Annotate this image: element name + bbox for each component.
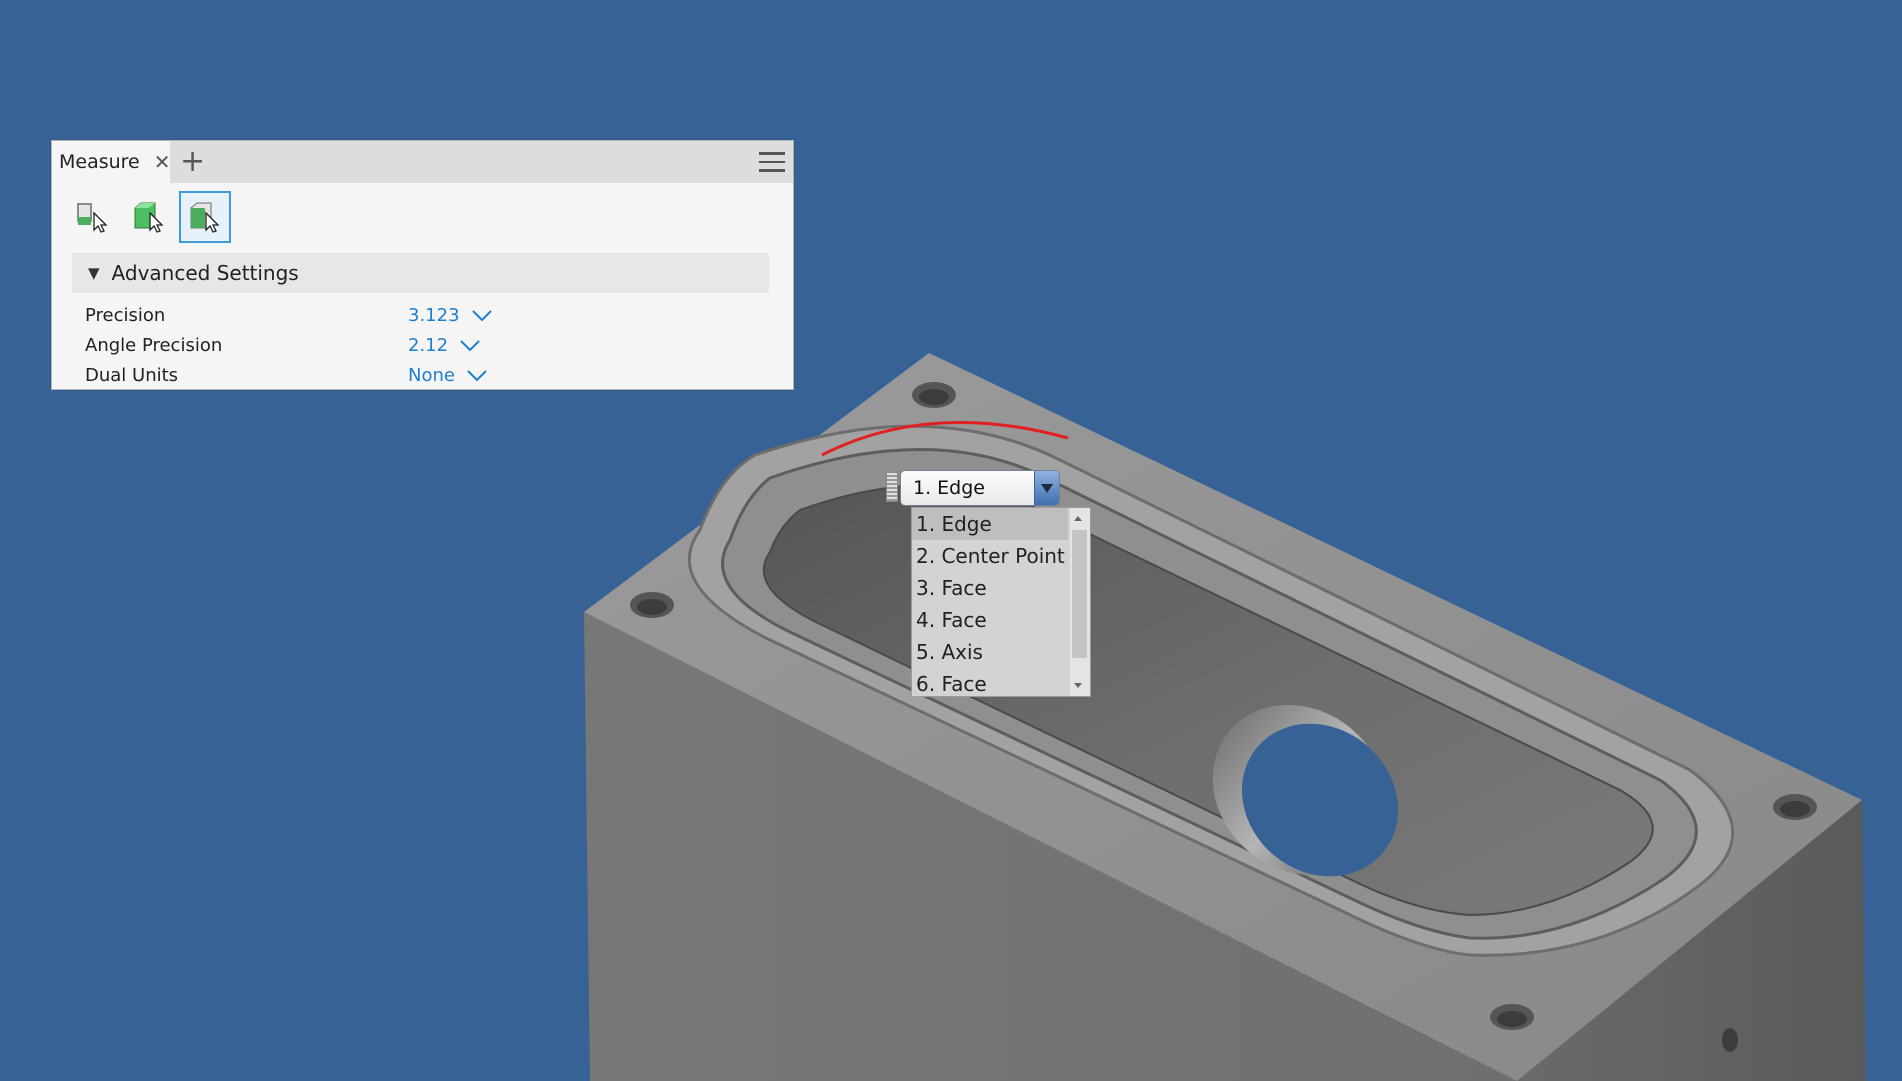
list-item[interactable]: 4. Face <box>912 604 1068 636</box>
measure-panel: Measure ✕ + ▼ Advanced Settings Precisio… <box>51 140 794 390</box>
hamburger-menu-icon[interactable] <box>759 152 785 172</box>
list-item[interactable]: 5. Axis <box>912 636 1068 668</box>
tab-measure[interactable]: Measure ✕ <box>52 141 171 183</box>
setting-value: 3.123 <box>408 305 460 326</box>
list-item[interactable]: 6. Face <box>912 668 1068 696</box>
precision-dropdown[interactable]: 3.123 <box>408 305 492 326</box>
setting-label: Precision <box>85 305 166 326</box>
tapped-hole[interactable] <box>1773 794 1817 820</box>
select-priority-icon <box>77 203 108 233</box>
close-icon[interactable]: ✕ <box>154 152 171 172</box>
setting-value: 2.12 <box>408 335 449 356</box>
advanced-settings-title: Advanced Settings <box>111 261 299 285</box>
setting-row-precision: Precision 3.123 <box>85 305 765 333</box>
list-item[interactable]: 2. Center Point <box>912 540 1068 572</box>
collapse-triangle-icon[interactable]: ▼ <box>88 264 100 282</box>
list-item[interactable]: 1. Edge <box>912 508 1068 540</box>
chevron-down-icon <box>467 369 487 381</box>
machined-part[interactable] <box>584 353 1866 1081</box>
tab-measure-label: Measure <box>59 151 140 173</box>
select-other-combo[interactable]: 1. Edge <box>886 470 1061 506</box>
chevron-down-icon <box>471 309 492 321</box>
list-item[interactable]: 3. Face <box>912 572 1068 604</box>
select-body-icon <box>134 202 164 233</box>
add-tab-icon[interactable]: + <box>180 145 205 179</box>
chevron-down-icon <box>460 339 480 351</box>
select-other-current: 1. Edge <box>913 477 985 499</box>
scroll-up-arrow-icon[interactable] <box>1074 516 1082 521</box>
setting-label: Dual Units <box>85 365 179 386</box>
dual-units-dropdown[interactable]: None <box>408 365 487 386</box>
select-other-field[interactable]: 1. Edge <box>900 470 1060 506</box>
select-other-list[interactable]: 1. Edge 2. Center Point 3. Face 4. Face … <box>911 507 1091 697</box>
panel-tab-bar: Measure ✕ + <box>52 141 793 183</box>
dropdown-arrow-icon[interactable] <box>1034 471 1059 505</box>
scroll-thumb[interactable] <box>1072 530 1087 658</box>
setting-value: None <box>408 365 455 386</box>
drag-grip-handle[interactable] <box>886 472 898 502</box>
advanced-settings-header[interactable]: ▼ Advanced Settings <box>72 253 769 293</box>
side-hole[interactable] <box>1722 1028 1738 1052</box>
scroll-down-arrow-icon[interactable] <box>1074 683 1082 688</box>
list-scrollbar[interactable] <box>1070 508 1090 696</box>
tapped-hole[interactable] <box>630 592 674 618</box>
setting-row-dual-units: Dual Units None <box>85 365 765 393</box>
angle-precision-dropdown[interactable]: 2.12 <box>408 335 480 356</box>
select-face-tool-button[interactable] <box>179 191 231 243</box>
setting-label: Angle Precision <box>85 335 223 356</box>
tapped-hole[interactable] <box>1490 1004 1534 1030</box>
select-body-tool-button[interactable] <box>123 191 175 243</box>
setting-row-angle-precision: Angle Precision 2.12 <box>85 335 765 363</box>
select-measure-tool-button[interactable] <box>67 191 119 243</box>
tapped-hole[interactable] <box>912 382 956 408</box>
select-face-icon <box>190 202 220 233</box>
